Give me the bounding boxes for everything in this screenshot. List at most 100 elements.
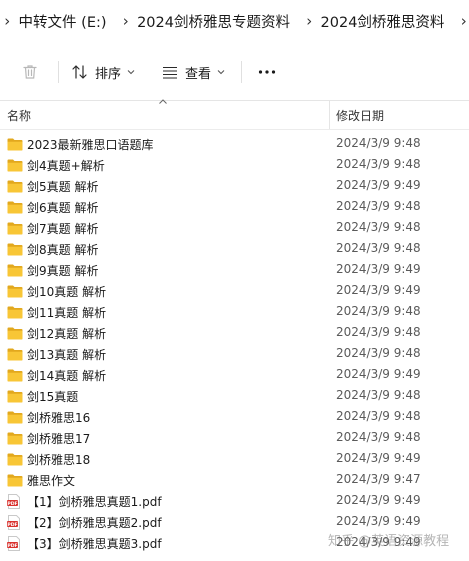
folder-icon [7, 200, 23, 215]
file-row[interactable]: PDF 【2】剑桥雅思真题2.pdf 2024/3/9 9:49 [0, 512, 469, 533]
file-row[interactable]: 剑5真题 解析 2024/3/9 9:49 [0, 176, 469, 197]
chevron-right-icon[interactable]: › [456, 12, 469, 30]
file-modified-date: 2024/3/9 9:48 [336, 388, 421, 402]
folder-icon [7, 431, 23, 446]
file-modified-date: 2024/3/9 9:48 [336, 220, 421, 234]
pdf-icon: PDF [7, 494, 23, 509]
folder-icon [7, 263, 23, 278]
file-name: 【3】剑桥雅思真题3.pdf [27, 537, 162, 551]
file-modified-date: 2024/3/9 9:49 [336, 535, 421, 549]
file-name: 剑13真题 解析 [27, 348, 107, 362]
file-name: 剑桥雅思16 [27, 411, 91, 425]
file-name: 【2】剑桥雅思真题2.pdf [27, 516, 162, 530]
folder-icon [7, 347, 23, 362]
file-modified-date: 2024/3/9 9:48 [336, 136, 421, 150]
breadcrumb-item-topic[interactable]: 2024剑桥雅思专题资料 [131, 11, 302, 32]
more-options-button[interactable] [256, 56, 278, 88]
svg-text:PDF: PDF [7, 522, 17, 528]
trash-icon [23, 65, 37, 79]
file-row[interactable]: 剑11真题 解析 2024/3/9 9:48 [0, 302, 469, 323]
file-modified-date: 2024/3/9 9:48 [336, 241, 421, 255]
file-row[interactable]: 剑6真题 解析 2024/3/9 9:48 [0, 197, 469, 218]
column-header-row: 名称 修改日期 [0, 99, 469, 130]
delete-button[interactable] [18, 56, 42, 88]
view-label: 查看 [185, 66, 212, 82]
file-modified-date: 2024/3/9 9:48 [336, 304, 421, 318]
file-row[interactable]: 剑10真题 解析 2024/3/9 9:49 [0, 281, 469, 302]
file-modified-date: 2024/3/9 9:48 [336, 409, 421, 423]
file-name: 剑15真题 [27, 390, 79, 404]
folder-icon [7, 242, 23, 257]
file-row[interactable]: 剑14真题 解析 2024/3/9 9:49 [0, 365, 469, 386]
folder-icon [7, 158, 23, 173]
file-row[interactable]: 剑13真题 解析 2024/3/9 9:48 [0, 344, 469, 365]
file-name: 剑7真题 解析 [27, 222, 99, 236]
file-name: 剑11真题 解析 [27, 306, 107, 320]
more-icon [258, 70, 276, 74]
file-name: 剑10真题 解析 [27, 285, 107, 299]
folder-icon [7, 389, 23, 404]
toolbar-divider [241, 61, 243, 83]
file-row[interactable]: 剑7真题 解析 2024/3/9 9:48 [0, 218, 469, 239]
file-row[interactable]: 2023最新雅思口语题库 2024/3/9 9:48 [0, 134, 469, 155]
column-resize-handle[interactable] [329, 101, 330, 129]
file-modified-date: 2024/3/9 9:49 [336, 178, 421, 192]
file-modified-date: 2024/3/9 9:48 [336, 430, 421, 444]
file-row[interactable]: 剑9真题 解析 2024/3/9 9:49 [0, 260, 469, 281]
file-list: 2023最新雅思口语题库 2024/3/9 9:48 剑4真题+解析 2024/3/9… [0, 134, 469, 554]
file-name: 【1】剑桥雅思真题1.pdf [27, 495, 162, 509]
file-modified-date: 2024/3/9 9:48 [336, 325, 421, 339]
file-name: 剑14真题 解析 [27, 369, 107, 383]
command-bar: 排序 查看 [0, 50, 469, 94]
folder-icon [7, 305, 23, 320]
folder-icon [7, 137, 23, 152]
breadcrumb-item-drive[interactable]: 中转文件 (E:) [13, 11, 119, 32]
file-name: 剑8真题 解析 [27, 243, 99, 257]
chevron-right-icon[interactable]: › [302, 12, 315, 30]
breadcrumb-item-current[interactable]: 2024剑桥雅思资料 [315, 11, 457, 32]
sort-ascending-icon [159, 99, 167, 104]
folder-icon [7, 221, 23, 236]
folder-icon [7, 473, 23, 488]
pdf-icon: PDF [7, 515, 23, 530]
folder-icon [7, 179, 23, 194]
breadcrumb: › 中转文件 (E:) › 2024剑桥雅思专题资料 › 2024剑桥雅思资料 … [0, 0, 469, 42]
chevron-down-icon [127, 70, 135, 75]
folder-icon [7, 452, 23, 467]
file-row[interactable]: 剑桥雅思16 2024/3/9 9:48 [0, 407, 469, 428]
file-modified-date: 2024/3/9 9:49 [336, 514, 421, 528]
chevron-right-icon[interactable]: › [119, 12, 132, 30]
file-modified-date: 2024/3/9 9:47 [336, 472, 421, 486]
file-name: 剑桥雅思18 [27, 453, 91, 467]
file-name: 剑12真题 解析 [27, 327, 107, 341]
file-name: 剑5真题 解析 [27, 180, 99, 194]
chevron-down-icon [217, 70, 225, 75]
file-modified-date: 2024/3/9 9:49 [336, 262, 421, 276]
file-row[interactable]: 剑12真题 解析 2024/3/9 9:48 [0, 323, 469, 344]
file-modified-date: 2024/3/9 9:49 [336, 367, 421, 381]
column-header-modified[interactable]: 修改日期 [336, 107, 384, 124]
file-row[interactable]: 剑桥雅思17 2024/3/9 9:48 [0, 428, 469, 449]
file-row[interactable]: 剑桥雅思18 2024/3/9 9:49 [0, 449, 469, 470]
column-header-name[interactable]: 名称 [7, 107, 31, 124]
file-modified-date: 2024/3/9 9:48 [336, 157, 421, 171]
file-row[interactable]: 剑15真题 2024/3/9 9:48 [0, 386, 469, 407]
sort-icon [72, 65, 87, 79]
file-row[interactable]: PDF 【3】剑桥雅思真题3.pdf 2024/3/9 9:49 [0, 533, 469, 554]
file-name: 雅思作文 [27, 474, 76, 488]
file-name: 剑6真题 解析 [27, 201, 99, 215]
file-modified-date: 2024/3/9 9:49 [336, 493, 421, 507]
file-name: 剑4真题+解析 [27, 159, 105, 173]
sort-button[interactable]: 排序 [71, 56, 135, 88]
file-name: 2023最新雅思口语题库 [27, 138, 154, 152]
folder-icon [7, 326, 23, 341]
file-row[interactable]: 剑8真题 解析 2024/3/9 9:48 [0, 239, 469, 260]
svg-text:PDF: PDF [7, 543, 17, 549]
chevron-right-icon[interactable]: › [0, 12, 13, 30]
file-name: 剑桥雅思17 [27, 432, 91, 446]
view-button[interactable]: 查看 [161, 56, 225, 88]
file-row[interactable]: 雅思作文 2024/3/9 9:47 [0, 470, 469, 491]
svg-text:PDF: PDF [7, 501, 17, 507]
file-row[interactable]: PDF 【1】剑桥雅思真题1.pdf 2024/3/9 9:49 [0, 491, 469, 512]
file-row[interactable]: 剑4真题+解析 2024/3/9 9:48 [0, 155, 469, 176]
